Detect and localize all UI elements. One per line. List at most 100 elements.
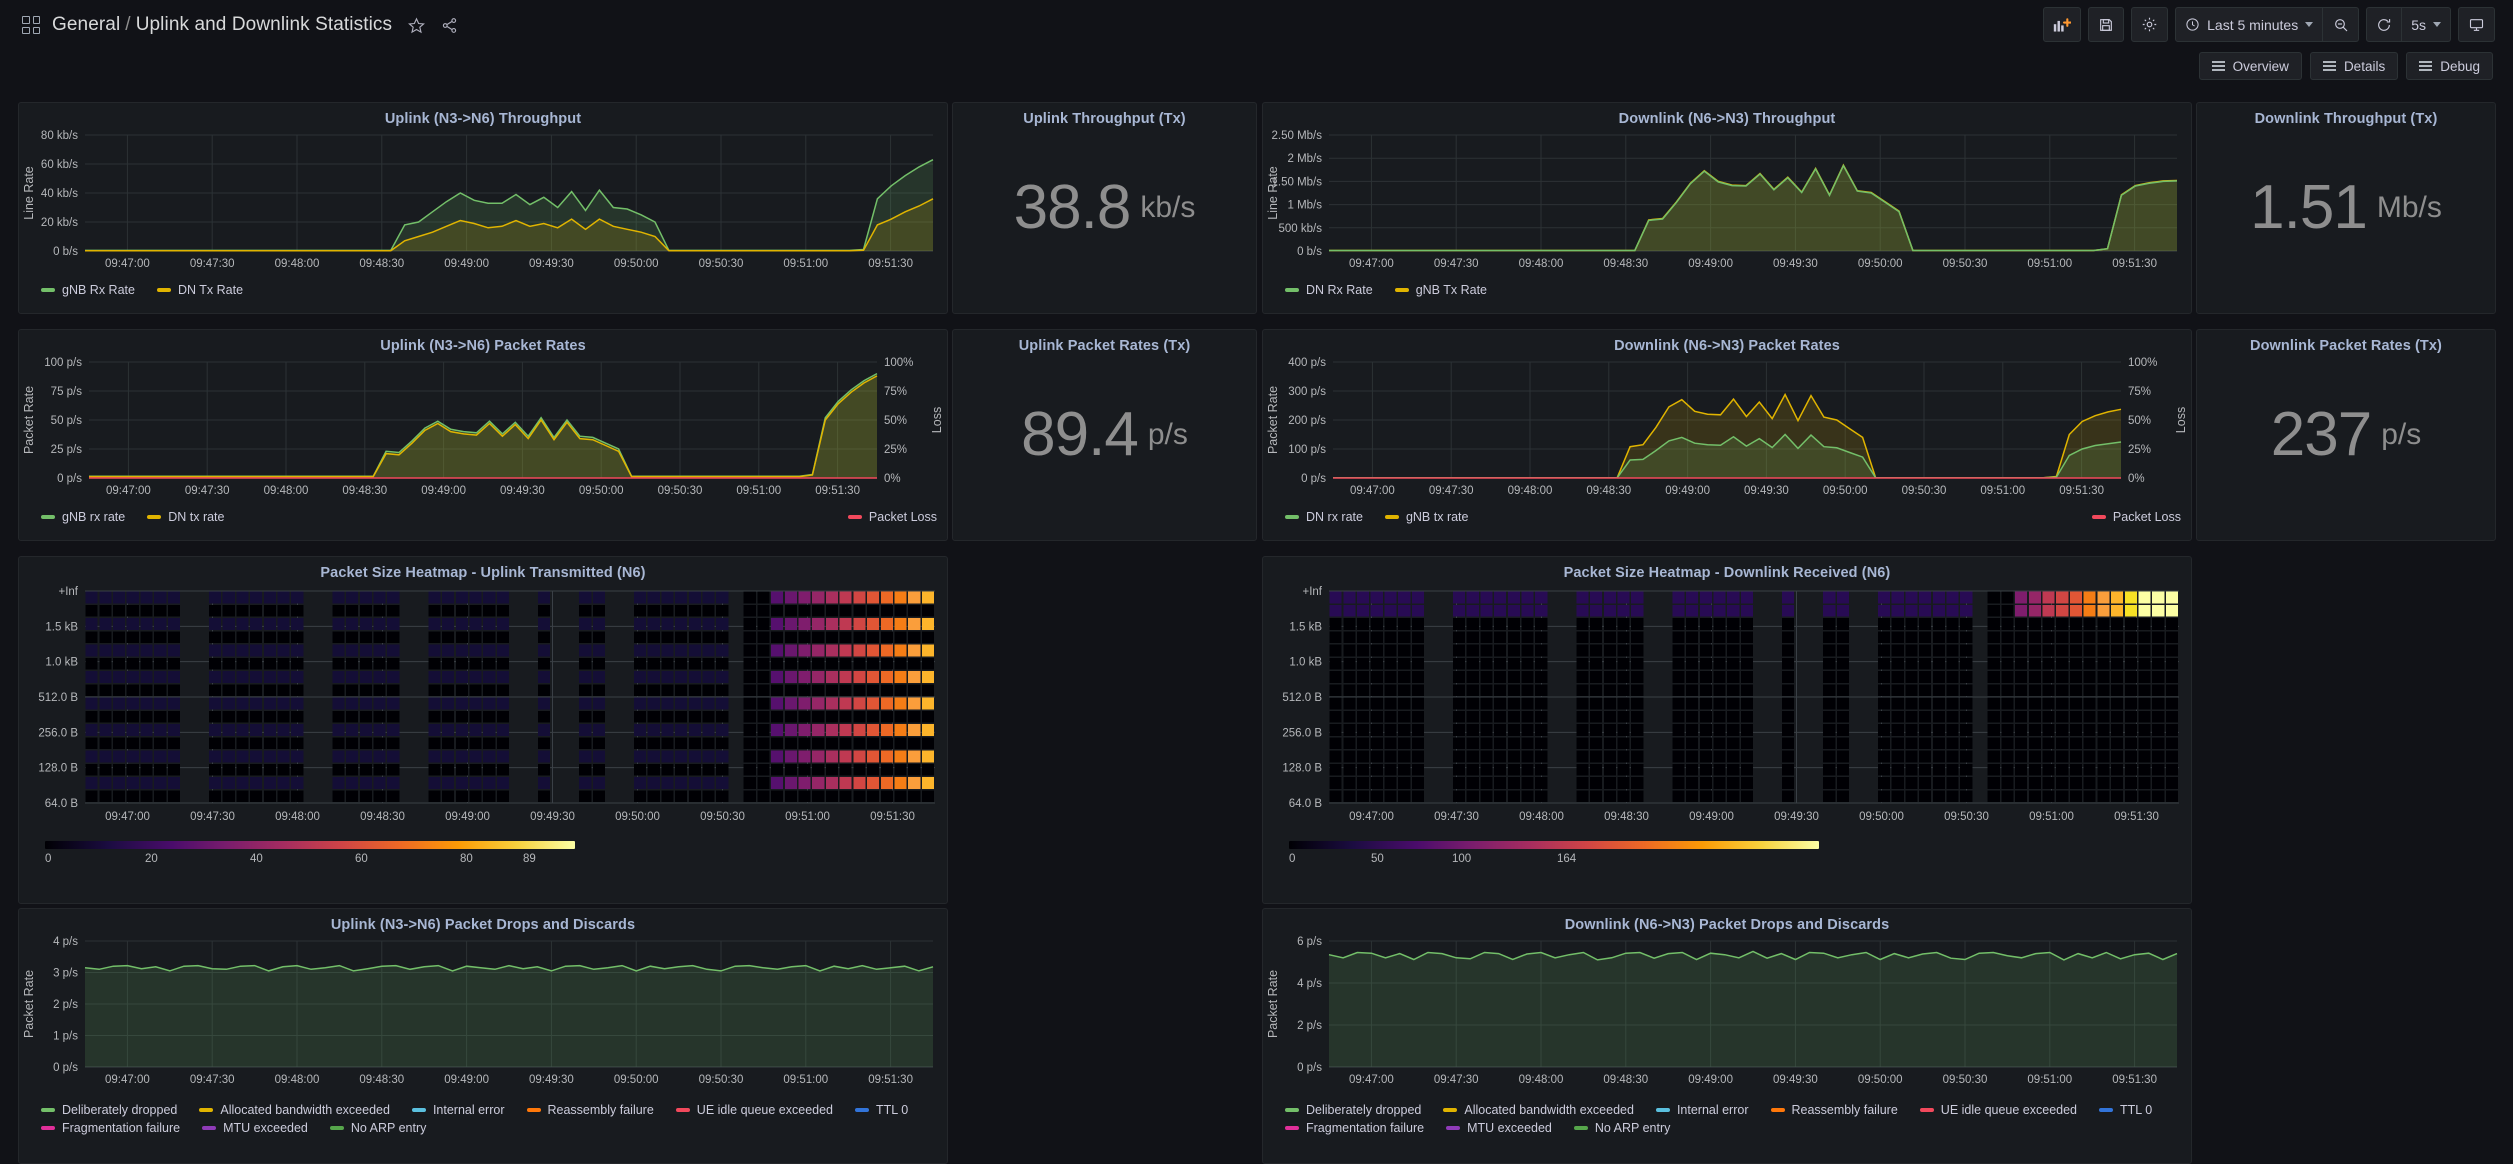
svg-text:1 Mb/s: 1 Mb/s	[1287, 200, 1322, 212]
svg-text:09:50:00: 09:50:00	[1859, 811, 1904, 823]
legend-item[interactable]: Fragmentation failure	[41, 1121, 180, 1135]
legend-item[interactable]: gNB Tx Rate	[1394, 283, 1487, 297]
legend-item[interactable]: DN Tx Rate	[156, 283, 243, 297]
panel-downlink-drops: Downlink (N6->N3) Packet Drops and Disca…	[1262, 908, 2192, 1164]
svg-text:Loss: Loss	[930, 407, 944, 433]
svg-text:128.0 B: 128.0 B	[38, 763, 78, 775]
downlink-heatmap-chart[interactable]: 64.0 B 128.0 B 256.0 B 512.0 B 1.0 kB 1.5 kB +…	[1263, 581, 2193, 831]
tv-kiosk-icon[interactable]	[2458, 7, 2495, 42]
save-dashboard-icon[interactable]	[2088, 7, 2125, 42]
panel-downlink-throughput-stat: Downlink Throughput (Tx) 1.51 Mb/s	[2196, 102, 2496, 314]
svg-text:20 kb/s: 20 kb/s	[41, 217, 78, 229]
stat-value: 89.4	[1021, 400, 1139, 469]
stat-value-container[interactable]: 237 p/s	[2197, 330, 2495, 540]
star-icon[interactable]	[408, 16, 426, 34]
svg-text:64.0 B: 64.0 B	[45, 798, 79, 810]
legend-item[interactable]: UE idle queue exceeded	[675, 1103, 833, 1117]
svg-text:09:51:30: 09:51:30	[868, 258, 913, 270]
legend-item[interactable]: MTU exceeded	[202, 1121, 308, 1135]
svg-text:09:50:30: 09:50:30	[699, 1074, 744, 1086]
svg-text:4 p/s: 4 p/s	[53, 936, 78, 948]
stat-value: 237	[2270, 400, 2372, 469]
svg-text:09:47:00: 09:47:00	[106, 485, 151, 497]
legend-item[interactable]: TTL 0	[855, 1103, 908, 1117]
add-panel-icon[interactable]	[2043, 7, 2082, 42]
row-toggle-details[interactable]: Details	[2309, 52, 2399, 80]
chart-legend: Deliberately dropped Allocated bandwidth…	[1285, 1103, 2185, 1135]
legend-item[interactable]: Allocated bandwidth exceeded	[1443, 1103, 1634, 1117]
svg-text:09:47:30: 09:47:30	[185, 485, 230, 497]
legend-item[interactable]: gNB Rx Rate	[41, 283, 135, 297]
chart-legend: gNB Rx Rate DN Tx Rate	[41, 283, 937, 297]
breadcrumb-folder[interactable]: General	[52, 14, 120, 36]
svg-text:09:50:30: 09:50:30	[1902, 485, 1947, 497]
uplink-throughput-chart[interactable]: Line Rate 0 b/s 20 kb/s 40 kb/s 60 kb/s 80 kb…	[19, 127, 949, 277]
svg-text:256.0 B: 256.0 B	[1282, 727, 1322, 739]
legend-item[interactable]: Reassembly failure	[526, 1103, 654, 1117]
legend-item[interactable]: Reassembly failure	[1770, 1103, 1898, 1117]
panel-title: Packet Size Heatmap - Uplink Transmitted…	[320, 565, 646, 581]
svg-text:1.5 kB: 1.5 kB	[1289, 621, 1322, 633]
row-toggle-overview[interactable]: Overview	[2198, 52, 2302, 80]
legend-item[interactable]: TTL 0	[2099, 1103, 2152, 1117]
legend-item[interactable]: Deliberately dropped	[1285, 1103, 1421, 1117]
svg-text:2.50 Mb/s: 2.50 Mb/s	[1272, 130, 1323, 142]
panel-title: Uplink (N3->N6) Packet Rates	[380, 338, 586, 354]
zoom-out-magnifier-icon[interactable]	[2323, 7, 2360, 42]
svg-text:1.50 Mb/s: 1.50 Mb/s	[1272, 176, 1323, 188]
refresh-interval-picker[interactable]: 5s	[2402, 7, 2451, 42]
legend-item[interactable]: Internal error	[1655, 1103, 1749, 1117]
uplink-drops-chart[interactable]: Packet Rate 0 p/s 1 p/s 2 p/s 3 p/s 4 p/s 09:4…	[19, 933, 949, 1093]
legend-item[interactable]: Deliberately dropped	[41, 1103, 177, 1117]
svg-text:Packet Rate: Packet Rate	[1266, 386, 1280, 454]
svg-text:09:50:00: 09:50:00	[614, 258, 659, 270]
svg-text:0 b/s: 0 b/s	[1297, 246, 1322, 258]
downlink-packet-rates-chart[interactable]: Packet Rate 0 p/s 100 p/s 200 p/s 300 p/s 400…	[1263, 354, 2193, 504]
svg-text:25 p/s: 25 p/s	[51, 444, 83, 456]
svg-text:09:51:00: 09:51:00	[783, 1074, 828, 1086]
breadcrumb-separator: /	[125, 14, 131, 35]
stat-value-container[interactable]: 1.51 Mb/s	[2197, 103, 2495, 313]
heatmap-color-scale-bar	[1289, 841, 1819, 849]
dashboard-settings-gear-icon[interactable]	[2131, 7, 2169, 42]
svg-text:09:49:30: 09:49:30	[529, 258, 574, 270]
legend-item[interactable]: No ARP entry	[1573, 1121, 1670, 1135]
panel-uplink-throughput: Uplink (N3->N6) Throughput Line Rate 0 b/…	[18, 102, 948, 314]
svg-text:09:48:00: 09:48:00	[275, 811, 320, 823]
svg-text:09:51:00: 09:51:00	[2027, 1074, 2072, 1086]
stat-value-container[interactable]: 38.8 kb/s	[953, 103, 1256, 313]
time-range-picker[interactable]: Last 5 minutes	[2175, 7, 2324, 42]
svg-text:256.0 B: 256.0 B	[38, 727, 78, 739]
refresh-icon[interactable]	[2366, 7, 2403, 42]
share-icon[interactable]	[441, 17, 458, 34]
dashboards-grid-icon[interactable]	[22, 16, 40, 34]
svg-text:09:47:30: 09:47:30	[190, 811, 235, 823]
svg-text:0 p/s: 0 p/s	[1297, 1062, 1322, 1074]
row-toggle-debug[interactable]: Debug	[2406, 52, 2493, 80]
stat-value-container[interactable]: 89.4 p/s	[953, 330, 1256, 540]
legend-item[interactable]: Internal error	[411, 1103, 505, 1117]
svg-text:0 b/s: 0 b/s	[53, 246, 78, 258]
legend-item[interactable]: Allocated bandwidth exceeded	[199, 1103, 390, 1117]
svg-text:09:50:30: 09:50:30	[1943, 258, 1988, 270]
svg-text:09:49:30: 09:49:30	[1773, 258, 1818, 270]
stat-value: 1.51	[2250, 173, 2368, 242]
panel-title: Uplink (N3->N6) Packet Drops and Discard…	[330, 917, 636, 933]
uplink-packet-rates-chart[interactable]: Packet Rate 0 p/s 25 p/s 50 p/s 75 p/s 100 p/…	[19, 354, 949, 504]
legend-item-packet-loss[interactable]: Packet Loss	[847, 510, 937, 524]
row-toggle-label: Overview	[2232, 58, 2289, 74]
svg-text:1.0 kB: 1.0 kB	[1289, 657, 1322, 669]
legend-item[interactable]: No ARP entry	[329, 1121, 426, 1135]
legend-item[interactable]: DN Rx Rate	[1285, 283, 1373, 297]
svg-text:09:48:30: 09:48:30	[360, 811, 405, 823]
uplink-heatmap-chart[interactable]: 64.0 B 128.0 B 256.0 B 512.0 B 1.0 kB 1.5 kB +…	[19, 581, 949, 831]
legend-item-packet-loss[interactable]: Packet Loss	[2091, 510, 2181, 524]
svg-text:09:49:00: 09:49:00	[421, 485, 466, 497]
svg-text:50%: 50%	[884, 415, 907, 427]
downlink-throughput-chart[interactable]: Line Rate 0 b/s 500 kb/s 1 Mb/s 1.50 Mb/s 2 M…	[1263, 127, 2193, 277]
svg-text:09:49:30: 09:49:30	[1773, 1074, 1818, 1086]
downlink-drops-chart[interactable]: Packet Rate 0 p/s 2 p/s 4 p/s 6 p/s 09:47:00 0…	[1263, 933, 2193, 1093]
legend-item[interactable]: Fragmentation failure	[1285, 1121, 1424, 1135]
legend-item[interactable]: MTU exceeded	[1446, 1121, 1552, 1135]
legend-item[interactable]: UE idle queue exceeded	[1919, 1103, 2077, 1117]
